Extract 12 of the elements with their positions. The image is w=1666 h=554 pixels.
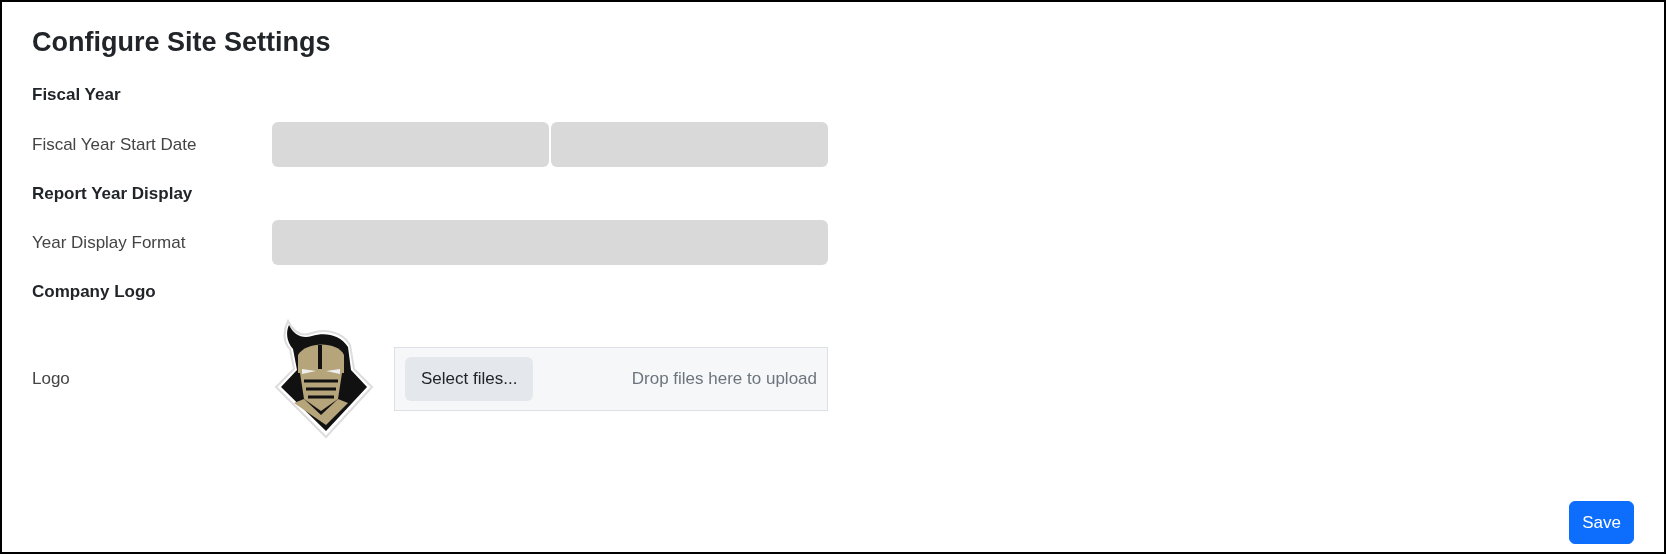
field-label: Year Display Format bbox=[32, 232, 187, 255]
section-heading: Fiscal Year bbox=[32, 84, 122, 107]
field-label: Fiscal Year Start Date bbox=[32, 133, 198, 156]
upload-dropzone[interactable]: Select files... Drop files here to upload bbox=[394, 346, 828, 411]
field-label: Logo bbox=[32, 368, 71, 391]
section-heading: Company Logo bbox=[32, 281, 157, 304]
knight-helmet-icon bbox=[272, 318, 376, 439]
section-heading: Report Year Display bbox=[32, 182, 194, 205]
page-title: Configure Site Settings bbox=[32, 26, 332, 59]
save-button[interactable]: Save bbox=[1569, 500, 1634, 544]
drop-hint: Drop files here to upload bbox=[631, 368, 817, 391]
select-files-button[interactable]: Select files... bbox=[405, 357, 534, 401]
